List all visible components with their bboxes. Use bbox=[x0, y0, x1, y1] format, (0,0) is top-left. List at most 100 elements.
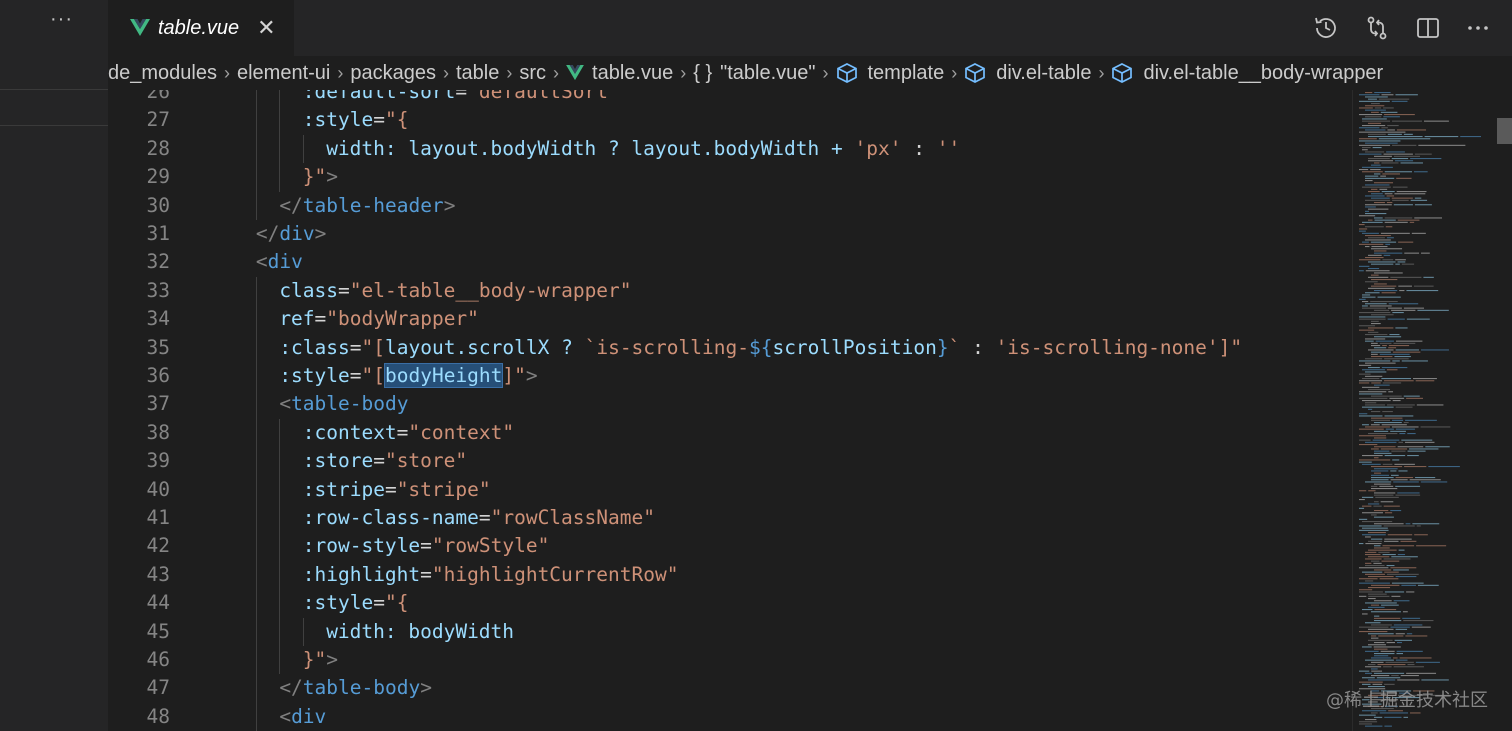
code-line[interactable]: 39:store="store" bbox=[108, 447, 1352, 476]
minimap-line bbox=[1417, 584, 1439, 586]
scrollbar-thumb[interactable] bbox=[1497, 118, 1512, 144]
minimap-line bbox=[1371, 417, 1403, 419]
minimap-line bbox=[1359, 107, 1373, 109]
breadcrumb-item[interactable]: table bbox=[456, 62, 499, 85]
minimap-line bbox=[1359, 413, 1368, 415]
breadcrumb-item[interactable]: div.el-table bbox=[964, 62, 1091, 85]
minimap-line bbox=[1371, 263, 1394, 265]
tab-table-vue[interactable]: table.vue ✕ bbox=[108, 0, 294, 56]
code-line[interactable]: 27:style="{ bbox=[108, 106, 1352, 135]
minimap-line bbox=[1365, 151, 1385, 153]
code-line[interactable]: 44:style="{ bbox=[108, 589, 1352, 618]
minimap-line bbox=[1365, 334, 1388, 336]
code-line[interactable]: 32 <div bbox=[108, 248, 1352, 276]
split-editor-icon[interactable] bbox=[1414, 14, 1442, 42]
minimap-line bbox=[1371, 657, 1392, 659]
sidebar-more-icon[interactable]: ··· bbox=[50, 8, 73, 31]
code-line[interactable]: 26:default-sort="defaultSort" bbox=[108, 90, 1352, 107]
code-line[interactable]: 38:context="context" bbox=[108, 418, 1352, 448]
code-token: :class bbox=[279, 335, 350, 359]
breadcrumb-item[interactable]: src bbox=[519, 62, 546, 85]
minimap-line bbox=[1383, 107, 1394, 109]
code-line[interactable]: 43:highlight="highlightCurrentRow" bbox=[108, 560, 1352, 590]
code-line[interactable]: 35:class="[layout.scrollX ? `is-scrollin… bbox=[108, 333, 1352, 362]
minimap-line bbox=[1393, 624, 1423, 626]
code-line[interactable]: 29}"> bbox=[108, 163, 1352, 192]
minimap-line bbox=[1392, 419, 1404, 421]
minimap-line bbox=[1371, 345, 1381, 347]
minimap-line bbox=[1374, 472, 1382, 474]
history-icon[interactable] bbox=[1312, 14, 1340, 42]
minimap-line bbox=[1374, 430, 1389, 432]
code-line[interactable]: 48 <div bbox=[108, 702, 1352, 731]
code-line[interactable]: 47 </table-body> bbox=[108, 674, 1352, 703]
minimap-line bbox=[1384, 455, 1406, 457]
minimap-line bbox=[1371, 103, 1380, 105]
code-line[interactable]: 45 width: bodyWidth bbox=[108, 617, 1352, 646]
minimap-line bbox=[1371, 382, 1381, 384]
breadcrumb-item[interactable]: div.el-table__body-wrapper bbox=[1111, 62, 1383, 85]
compare-changes-icon[interactable] bbox=[1363, 14, 1391, 42]
code-token: "rowStyle" bbox=[431, 534, 550, 558]
minimap[interactable] bbox=[1352, 90, 1498, 731]
minimap-line bbox=[1371, 342, 1378, 344]
close-tab-icon[interactable]: ✕ bbox=[257, 15, 275, 41]
minimap-line bbox=[1368, 122, 1382, 124]
breadcrumb-item[interactable]: template bbox=[836, 62, 944, 85]
breadcrumb-item[interactable]: table.vue bbox=[566, 62, 673, 85]
minimap-line bbox=[1395, 340, 1423, 342]
code-line[interactable]: 46}"> bbox=[108, 646, 1352, 675]
code-token: = bbox=[420, 534, 432, 558]
minimap-line bbox=[1381, 127, 1388, 129]
vertical-scrollbar[interactable] bbox=[1497, 90, 1512, 731]
code-text: :style="{ bbox=[303, 106, 409, 134]
minimap-line bbox=[1395, 485, 1421, 487]
minimap-line bbox=[1359, 490, 1367, 492]
minimap-line bbox=[1395, 633, 1405, 635]
minimap-line bbox=[1372, 439, 1400, 441]
minimap-line bbox=[1410, 158, 1442, 160]
minimap-line bbox=[1394, 356, 1411, 358]
code-token: "[ bbox=[361, 364, 385, 387]
minimap-line bbox=[1381, 162, 1399, 164]
code-line[interactable]: 30 </table-header> bbox=[108, 191, 1352, 220]
code-line[interactable]: 36:style="[bodyHeight]"> bbox=[108, 362, 1352, 391]
code-line[interactable]: 42:row-style="rowStyle" bbox=[108, 532, 1352, 561]
code-token: = bbox=[373, 591, 385, 615]
code-line[interactable]: 28 width: layout.bodyWidth ? layout.bodyW… bbox=[108, 134, 1352, 164]
code-line[interactable]: 40:stripe="stripe" bbox=[108, 475, 1352, 504]
minimap-line bbox=[1407, 455, 1419, 457]
breadcrumb-item[interactable]: element-ui bbox=[237, 62, 330, 85]
breadcrumb-item[interactable]: packages bbox=[350, 62, 436, 85]
minimap-line bbox=[1371, 466, 1403, 468]
breadcrumb-item[interactable]: de_modules bbox=[108, 62, 217, 85]
minimap-line bbox=[1368, 503, 1380, 505]
minimap-line bbox=[1368, 254, 1382, 256]
code-token: ref bbox=[279, 307, 315, 331]
minimap-line bbox=[1382, 545, 1415, 547]
more-actions-icon[interactable] bbox=[1464, 14, 1492, 42]
minimap-line bbox=[1374, 648, 1388, 650]
minimap-line bbox=[1399, 290, 1405, 292]
breadcrumb-item[interactable]: { } "table.vue" bbox=[693, 62, 815, 85]
code-token: :style bbox=[302, 591, 374, 615]
code-editor[interactable]: 26:default-sort="defaultSort" 27:style="{… bbox=[108, 90, 1352, 731]
code-line[interactable]: 31 </div> bbox=[108, 220, 1352, 248]
minimap-line bbox=[1365, 96, 1388, 98]
code-token: < bbox=[255, 250, 268, 274]
minimap-line bbox=[1393, 666, 1424, 668]
minimap-line bbox=[1359, 723, 1372, 725]
sidebar-divider bbox=[0, 125, 108, 126]
code-line[interactable]: 41:row-class-name="rowClassName" bbox=[108, 504, 1352, 533]
code-token: </ bbox=[255, 222, 280, 245]
minimap-line bbox=[1371, 188, 1378, 190]
minimap-line bbox=[1374, 468, 1398, 470]
minimap-line bbox=[1381, 94, 1394, 96]
minimap-line bbox=[1414, 534, 1428, 536]
code-line[interactable]: 34 ref="bodyWrapper" bbox=[108, 305, 1352, 334]
code-text: :style="[bodyHeight]"> bbox=[279, 362, 538, 390]
code-line[interactable]: 37 <table-body bbox=[108, 390, 1352, 419]
minimap-line bbox=[1393, 204, 1413, 206]
code-line[interactable]: 33 class="el-table__body-wrapper" bbox=[108, 276, 1352, 306]
minimap-line bbox=[1380, 111, 1398, 113]
